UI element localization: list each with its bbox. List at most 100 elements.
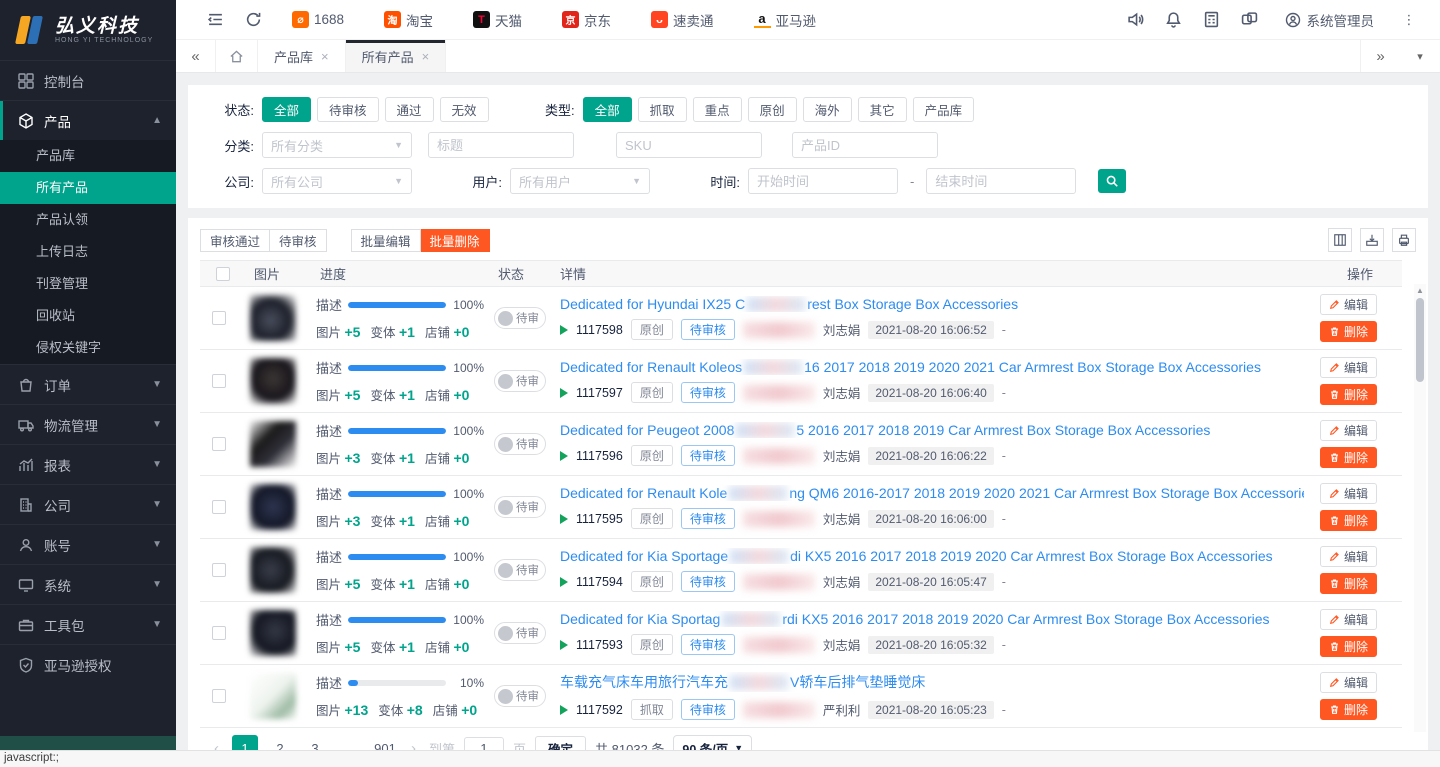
status-toggle[interactable]: 待审: [494, 370, 546, 392]
delete-button[interactable]: 删除: [1320, 699, 1377, 720]
row-checkbox[interactable]: [212, 500, 226, 514]
play-icon[interactable]: [560, 514, 568, 524]
announcement-button[interactable]: [1119, 3, 1153, 37]
sidebar-item-infringing-keywords[interactable]: 侵权关键字: [0, 332, 176, 364]
edit-button[interactable]: 编辑: [1320, 294, 1377, 315]
sidebar-item-company[interactable]: 公司 ▼: [0, 484, 176, 524]
marketplace-link-taobao[interactable]: 淘 淘宝: [366, 10, 451, 30]
edit-button[interactable]: 编辑: [1320, 357, 1377, 378]
sidebar-item-toolbox[interactable]: 工具包 ▼: [0, 604, 176, 644]
row-checkbox[interactable]: [212, 626, 226, 640]
status-toggle[interactable]: 待审: [494, 559, 546, 581]
table-scrollbar[interactable]: ▲: [1414, 284, 1426, 732]
product-title-link[interactable]: Dedicated for Kia Sportage di KX5 2016 2…: [560, 548, 1304, 564]
product-id-input[interactable]: [792, 132, 938, 158]
next-page-button[interactable]: ›: [407, 740, 420, 751]
page-button-2[interactable]: 2: [267, 735, 293, 750]
play-icon[interactable]: [560, 577, 568, 587]
marketplace-link-tmall[interactable]: T 天猫: [455, 10, 540, 30]
page-button-3[interactable]: 3: [302, 735, 328, 750]
search-button[interactable]: [1098, 169, 1126, 193]
marketplace-link-amazon[interactable]: a 亚马逊: [736, 10, 835, 30]
product-image[interactable]: [250, 484, 296, 530]
sidebar-item-listing-manage[interactable]: 刊登管理: [0, 268, 176, 300]
sidebar-item-all-products[interactable]: 所有产品: [0, 172, 176, 204]
type-filter-original[interactable]: 原创: [748, 97, 797, 122]
product-image[interactable]: [250, 421, 296, 467]
end-time-input[interactable]: [926, 168, 1076, 194]
sidebar-item-amazon-auth[interactable]: 亚马逊授权: [0, 644, 176, 684]
start-time-input[interactable]: [748, 168, 898, 194]
delete-button[interactable]: 删除: [1320, 321, 1377, 342]
close-icon[interactable]: ×: [422, 49, 430, 64]
play-icon[interactable]: [560, 325, 568, 335]
product-title-link[interactable]: 车载充气床车用旅行汽车充 V轿车后排气垫睡觉床: [560, 672, 1304, 692]
tab-home[interactable]: [216, 40, 258, 72]
prev-page-button[interactable]: ‹: [210, 740, 223, 751]
play-icon[interactable]: [560, 705, 568, 715]
sidebar-item-recycle-bin[interactable]: 回收站: [0, 300, 176, 332]
edit-button[interactable]: 编辑: [1320, 483, 1377, 504]
edit-button[interactable]: 编辑: [1320, 672, 1377, 693]
delete-button[interactable]: 删除: [1320, 510, 1377, 531]
row-checkbox[interactable]: [212, 437, 226, 451]
product-image[interactable]: [250, 295, 296, 341]
product-title-link[interactable]: Dedicated for Renault Koleos 16 2017 201…: [560, 359, 1304, 375]
sidebar-item-reports[interactable]: 报表 ▼: [0, 444, 176, 484]
currency-switch-button[interactable]: [1233, 3, 1267, 37]
goto-page-input[interactable]: [464, 737, 504, 751]
status-filter-pending[interactable]: 待审核: [317, 97, 379, 122]
row-checkbox[interactable]: [212, 689, 226, 703]
edit-button[interactable]: 编辑: [1320, 546, 1377, 567]
tabs-scroll-right-button[interactable]: »: [1360, 40, 1400, 72]
status-filter-all[interactable]: 全部: [262, 97, 311, 122]
product-image[interactable]: [250, 358, 296, 404]
batch-delete-button[interactable]: 批量删除: [421, 229, 490, 252]
status-toggle[interactable]: 待审: [494, 496, 546, 518]
tabs-scroll-left-button[interactable]: «: [176, 40, 216, 72]
status-filter-approved[interactable]: 通过: [385, 97, 434, 122]
type-filter-all[interactable]: 全部: [583, 97, 632, 122]
batch-edit-button[interactable]: 批量编辑: [351, 229, 421, 252]
tab-product-library[interactable]: 产品库 ×: [258, 40, 346, 72]
type-filter-overseas[interactable]: 海外: [803, 97, 852, 122]
set-pending-button[interactable]: 待审核: [270, 229, 327, 252]
sku-input[interactable]: [616, 132, 762, 158]
page-button-last[interactable]: 901: [372, 735, 398, 750]
play-icon[interactable]: [560, 640, 568, 650]
user-select[interactable]: 所有用户 ▼: [510, 168, 650, 194]
select-all-checkbox[interactable]: [216, 267, 230, 281]
marketplace-link-jd[interactable]: 京 京东: [544, 10, 629, 30]
sidebar-item-logistics[interactable]: 物流管理 ▼: [0, 404, 176, 444]
export-button[interactable]: [1360, 228, 1384, 252]
edit-button[interactable]: 编辑: [1320, 420, 1377, 441]
play-icon[interactable]: [560, 388, 568, 398]
product-title-link[interactable]: Dedicated for Peugeot 2008 5 2016 2017 2…: [560, 422, 1304, 438]
sidebar-item-accounts[interactable]: 账号 ▼: [0, 524, 176, 564]
sidebar-item-product[interactable]: 产品 ▲: [0, 100, 176, 140]
type-filter-scraped[interactable]: 抓取: [638, 97, 687, 122]
status-toggle[interactable]: 待审: [494, 622, 546, 644]
calculator-button[interactable]: [1195, 3, 1229, 37]
row-checkbox[interactable]: [212, 563, 226, 577]
category-select[interactable]: 所有分类 ▼: [262, 132, 412, 158]
delete-button[interactable]: 删除: [1320, 384, 1377, 405]
more-menu-button[interactable]: ⋮: [1392, 3, 1426, 37]
tabs-menu-button[interactable]: ▾: [1400, 40, 1440, 72]
tab-all-products[interactable]: 所有产品 ×: [346, 40, 447, 72]
logo[interactable]: 弘义科技 HONG YI TECHNOLOGY: [0, 0, 176, 60]
product-title-link[interactable]: Dedicated for Renault Kole ng QM6 2016-2…: [560, 485, 1304, 501]
print-button[interactable]: [1392, 228, 1416, 252]
type-filter-key[interactable]: 重点: [693, 97, 742, 122]
edit-button[interactable]: 编辑: [1320, 609, 1377, 630]
marketplace-link-aliexpress[interactable]: ᴗ 速卖通: [633, 10, 732, 30]
user-menu[interactable]: 系统管理员: [1271, 10, 1389, 30]
product-title-link[interactable]: Dedicated for Hyundai IX25 C rest Box St…: [560, 296, 1304, 312]
refresh-button[interactable]: [236, 3, 270, 37]
page-size-select[interactable]: 90 条/页 ▼: [673, 735, 752, 750]
play-icon[interactable]: [560, 451, 568, 461]
sidebar-item-dashboard[interactable]: 控制台: [0, 60, 176, 100]
status-toggle[interactable]: 待审: [494, 433, 546, 455]
scrollbar-thumb[interactable]: [1416, 298, 1424, 382]
status-toggle[interactable]: 待审: [494, 307, 546, 329]
